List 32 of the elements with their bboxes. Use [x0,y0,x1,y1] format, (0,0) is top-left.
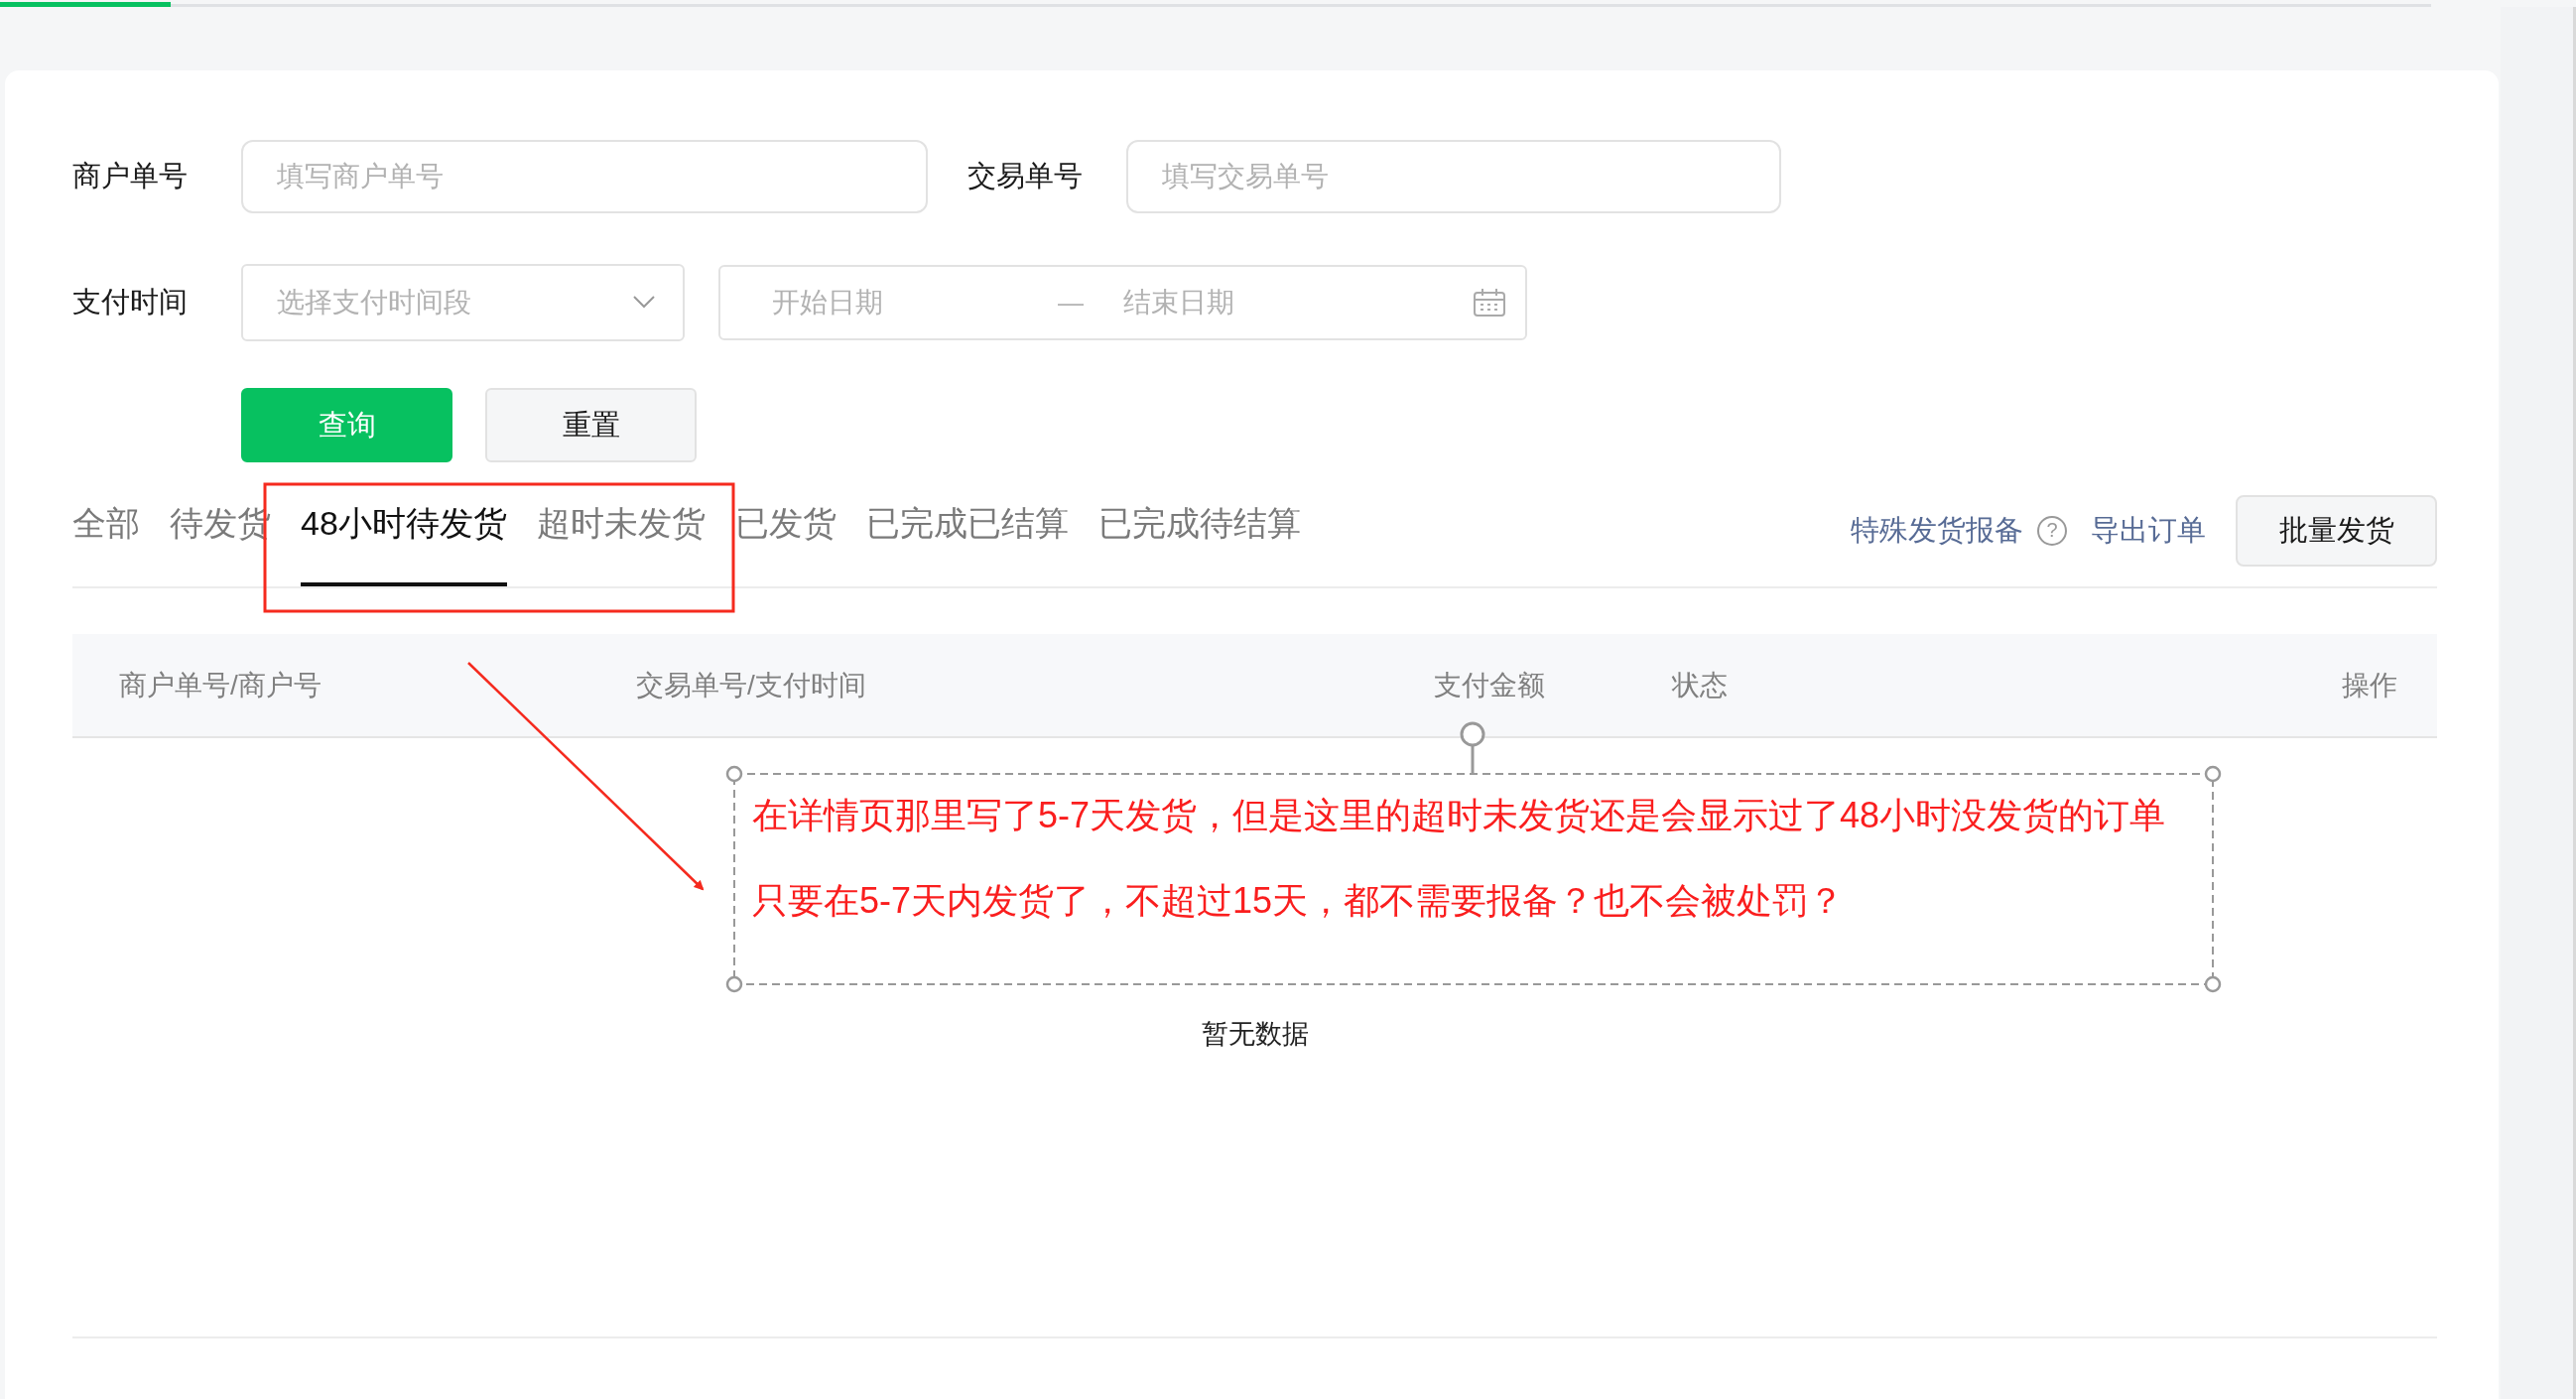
special-shipping-report-link[interactable]: 特殊发货报备 [1851,510,2023,551]
reset-button[interactable]: 重置 [485,388,697,462]
column-header: 状态 [1672,668,1729,702]
annotation-text: 只要在5-7天内发货了，不超过15天，都不需要报备？也不会被处罚？ [752,883,1845,919]
resize-handle[interactable] [2204,975,2222,993]
column-header: 商户单号/商户号 [119,668,322,702]
field-label: 商户单号 [72,159,189,193]
column-header: 操作 [2342,668,2397,702]
input-field[interactable]: 填写交易单号 [1126,140,1781,213]
resize-handle[interactable] [2204,765,2222,783]
input-field[interactable]: 填写商户单号 [241,140,928,213]
chevron-down-icon [633,296,655,310]
field-label: 交易单号 [967,159,1084,193]
help-icon[interactable]: ? [2037,515,2067,546]
tab[interactable]: 超时未发货 [536,501,706,586]
column-header: 交易单号/支付时间 [636,668,867,702]
tab[interactable]: 48小时待发货 [301,501,507,586]
tab[interactable]: 已完成待结算 [1097,501,1301,586]
column-header: 支付金额 [1434,668,1546,702]
query-button[interactable]: 查询 [241,388,452,462]
export-orders-link[interactable]: 导出订单 [2091,510,2206,551]
calendar-icon [1474,289,1505,317]
tab[interactable]: 已发货 [734,501,837,586]
tab[interactable]: 全部 [72,501,140,586]
resize-handle[interactable] [725,765,743,783]
resize-handle[interactable] [725,975,743,993]
annotation-text: 在详情页那里写了5-7天发货，但是这里的超时未发货还是会显示过了48小时没发货的订单 [752,798,2166,833]
empty-state-text: 暂无数据 [1201,1019,1309,1049]
tab[interactable]: 已完成已结算 [865,501,1069,586]
field-label: 支付时间 [72,285,189,319]
batch-ship-button[interactable]: 批量发货 [2236,494,2437,567]
rotate-handle[interactable] [1460,721,1485,774]
